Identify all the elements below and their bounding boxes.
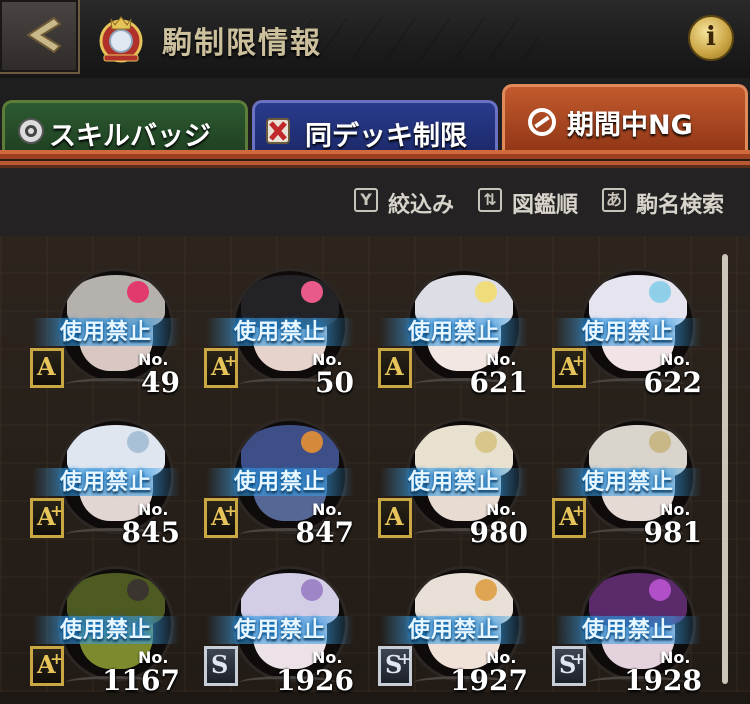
- deck-restrict-icon: [266, 118, 290, 144]
- tab-period-ng[interactable]: 期間中NG: [502, 84, 748, 156]
- piece-number: 981: [643, 516, 702, 549]
- rank-badge: S: [204, 646, 238, 686]
- tab-same-deck-label: 同デッキ制限: [305, 121, 467, 152]
- piece-number: 980: [469, 516, 528, 549]
- rank-badge: A +: [552, 348, 586, 388]
- portrait-accessory: [301, 281, 323, 303]
- piece-number: 847: [295, 516, 354, 549]
- piece-number: 1927: [450, 664, 528, 697]
- piece-card[interactable]: 使用禁止 A No. 980: [374, 412, 534, 556]
- piece-number: 622: [643, 366, 702, 399]
- emblem-icon: [94, 11, 148, 65]
- ban-status-label: 使用禁止: [59, 320, 152, 345]
- rank-badge: A +: [204, 498, 238, 538]
- piece-card[interactable]: 使用禁止 A + No. 845: [26, 412, 186, 556]
- filter-bar: Y 絞込み ⇅ 図鑑順 あ 駒名検索: [0, 168, 750, 238]
- rank-badge: A: [378, 348, 412, 388]
- ban-icon: [528, 108, 556, 136]
- rank-badge: A +: [30, 646, 64, 686]
- piece-number: 845: [121, 516, 180, 549]
- sort-label: 図鑑順: [512, 193, 579, 218]
- filter-label: 絞込み: [388, 193, 455, 218]
- piece-number: 621: [469, 366, 528, 399]
- rank-badge: A: [378, 498, 412, 538]
- portrait-accessory: [475, 579, 497, 601]
- tab-underline: [0, 150, 750, 168]
- piece-card[interactable]: 使用禁止 A + No. 1167: [26, 560, 186, 704]
- search-name-icon: あ: [602, 188, 626, 212]
- ban-status-label: 使用禁止: [59, 470, 152, 495]
- filter-icon: Y: [354, 188, 378, 212]
- back-button[interactable]: [0, 0, 80, 74]
- portrait-accessory: [475, 281, 497, 303]
- tab-skill-badge-label: スキルバッジ: [49, 121, 211, 152]
- tab-period-ng-label: 期間中NG: [567, 110, 693, 141]
- ban-status-label: 使用禁止: [233, 470, 326, 495]
- info-button[interactable]: i: [688, 15, 734, 61]
- portrait-accessory: [301, 431, 323, 453]
- header-bar: 駒制限情報 i: [0, 0, 750, 80]
- portrait-accessory: [127, 431, 149, 453]
- ban-status-label: 使用禁止: [581, 470, 674, 495]
- piece-number: 49: [141, 366, 180, 399]
- piece-number: 1167: [102, 664, 180, 697]
- back-arrow-icon: [26, 16, 62, 54]
- piece-card[interactable]: 使用禁止 A No. 621: [374, 262, 534, 406]
- piece-number: 1926: [276, 664, 354, 697]
- piece-number: 1928: [624, 664, 702, 697]
- rank-badge: A +: [204, 348, 238, 388]
- rank-badge: S +: [378, 646, 412, 686]
- rank-badge: A +: [552, 498, 586, 538]
- ban-status-label: 使用禁止: [233, 618, 326, 643]
- rank-badge: A +: [30, 498, 64, 538]
- name-search-label: 駒名検索: [636, 193, 725, 218]
- piece-card[interactable]: 使用禁止 A + No. 622: [548, 262, 708, 406]
- page-title: 駒制限情報: [162, 26, 322, 61]
- ban-status-label: 使用禁止: [581, 618, 674, 643]
- ban-status-label: 使用禁止: [407, 320, 500, 345]
- portrait-accessory: [475, 431, 497, 453]
- portrait-accessory: [127, 281, 149, 303]
- ban-status-label: 使用禁止: [233, 320, 326, 345]
- tab-bar: スキルバッジ 同デッキ制限 期間中NG: [0, 78, 750, 160]
- piece-card[interactable]: 使用禁止 S + No. 1928: [548, 560, 708, 704]
- rank-badge: A: [30, 348, 64, 388]
- rank-badge: S +: [552, 646, 586, 686]
- piece-card[interactable]: 使用禁止 A + No. 847: [200, 412, 360, 556]
- portrait-accessory: [649, 579, 671, 601]
- portrait-accessory: [649, 431, 671, 453]
- piece-card[interactable]: 使用禁止 A + No. 981: [548, 412, 708, 556]
- piece-card[interactable]: 使用禁止 A No. 49: [26, 262, 186, 406]
- badge-icon: [18, 118, 44, 144]
- sort-icon: ⇅: [478, 188, 502, 212]
- piece-card[interactable]: 使用禁止 S + No. 1927: [374, 560, 534, 704]
- piece-number: 50: [315, 366, 354, 399]
- portrait-accessory: [649, 281, 671, 303]
- scrollbar[interactable]: [722, 254, 728, 684]
- ban-status-label: 使用禁止: [407, 470, 500, 495]
- portrait-accessory: [127, 579, 149, 601]
- ban-status-label: 使用禁止: [407, 618, 500, 643]
- tab-same-deck[interactable]: 同デッキ制限: [252, 100, 498, 156]
- tab-skill-badge[interactable]: スキルバッジ: [2, 100, 248, 156]
- piece-card[interactable]: 使用禁止 A + No. 50: [200, 262, 360, 406]
- portrait-accessory: [301, 579, 323, 601]
- ban-status-label: 使用禁止: [59, 618, 152, 643]
- ban-status-label: 使用禁止: [581, 320, 674, 345]
- piece-card[interactable]: 使用禁止 S No. 1926: [200, 560, 360, 704]
